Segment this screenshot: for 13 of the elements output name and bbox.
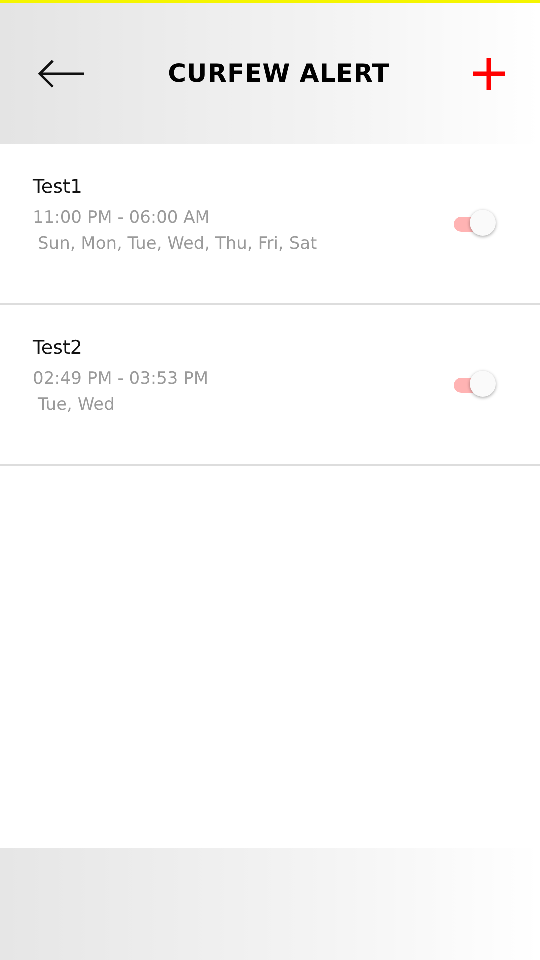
alert-toggle[interactable] [454,370,496,398]
alert-time-range: 11:00 PM - 06:00 AM [33,208,211,228]
alert-time-range: 02:49 PM - 03:53 PM [33,368,209,388]
alert-days: Sun, Mon, Tue, Wed, Thu, Fri, Sat [33,234,318,254]
alert-toggle[interactable] [454,210,496,238]
plus-icon [472,56,506,90]
back-button[interactable] [36,58,86,90]
back-arrow-icon [36,58,86,90]
alert-name: Test2 [33,336,84,358]
page-title: CURFEW ALERT [168,59,390,88]
alert-days: Tue, Wed [33,394,209,414]
add-button[interactable] [472,56,506,90]
alert-name: Test1 [33,176,84,198]
